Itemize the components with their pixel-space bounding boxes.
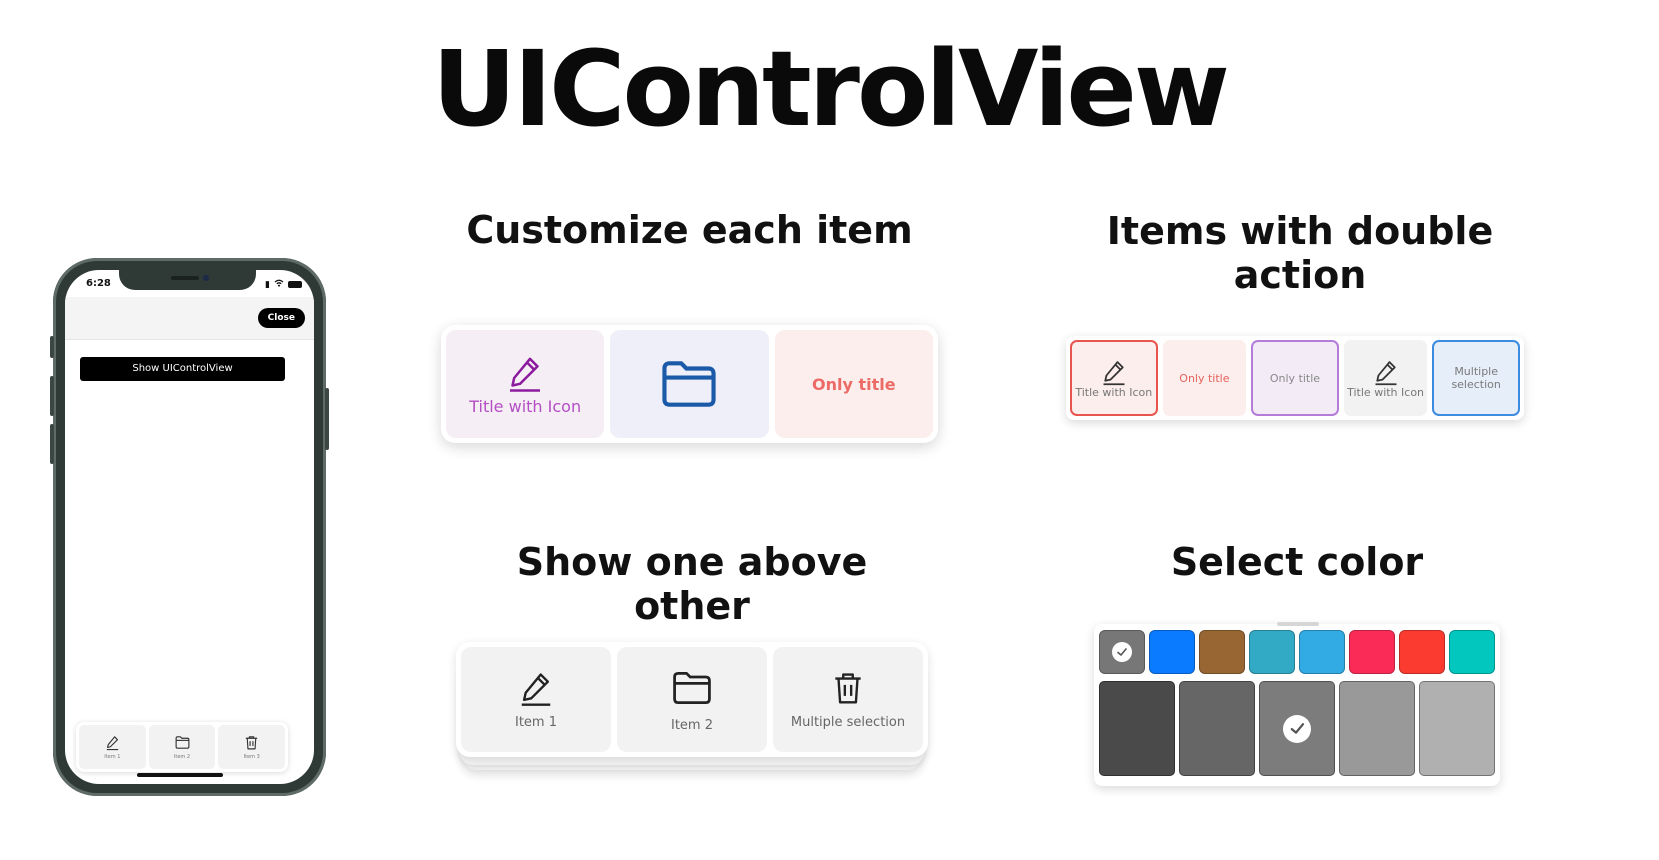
double-item-title-with-icon-2[interactable]: Title with Icon [1343,340,1428,416]
pencil-icon [1375,360,1397,385]
camera [203,275,209,281]
color-swatch[interactable] [1449,630,1495,674]
heading-select-color: Select color [1170,540,1424,584]
stack-item-label: Item 1 [515,715,557,730]
folder-icon [175,736,189,749]
shade-swatch[interactable] [1259,681,1335,776]
customize-item-folder[interactable] [610,330,769,438]
double-action-control-view: Title with Icon Only title Only title Ti… [1066,336,1524,420]
phone-control-view: Item 1 Item 2 Item 3 [76,722,288,772]
heading-stack: Show one above other [516,540,868,628]
speaker [171,276,199,280]
heading-customize: Customize each item [466,208,913,252]
page-title: UIControlView [432,28,1230,150]
double-item-only-title-selected[interactable]: Only title [1251,340,1339,416]
stack-item-label: Multiple selection [790,715,906,730]
double-item-label: Title with Icon [1347,385,1425,399]
phone-item-label: Item 2 [173,754,191,760]
battery-icon [288,281,302,288]
folder-icon [662,361,717,407]
customize-item-label: Title with Icon [469,396,582,416]
double-item-title-with-icon[interactable]: Title with Icon [1070,340,1158,416]
stack-item-label: Item 2 [671,718,713,733]
double-item-label: Title with Icon [1075,385,1153,399]
phone-item-2[interactable]: Item 2 [148,725,216,769]
customize-item-only-title[interactable]: Only title [774,330,933,438]
shade-swatch[interactable] [1419,681,1495,776]
customize-control-view: Title with Icon Only title [441,325,938,443]
pencil-icon [106,736,118,751]
phone-item-label: Item 3 [243,754,260,760]
color-swatch[interactable] [1399,630,1445,674]
shade-swatch[interactable] [1099,681,1175,776]
double-item-multiple-selection[interactable]: Multiple selection [1432,340,1520,416]
pencil-icon [1103,360,1125,385]
phone-volume-down [50,424,54,464]
phone-power-button [325,388,329,450]
phone-item-label: Item 1 [104,754,121,760]
color-swatch[interactable] [1349,630,1395,674]
trash-icon [246,736,258,750]
folder-icon [673,671,711,705]
color-swatch[interactable] [1149,630,1195,674]
phone-screen: 6:28 ▮ Close Show UIControlView Item 1 I… [65,270,314,784]
color-swatch[interactable] [1249,630,1295,674]
phone-item-3[interactable]: Item 3 [218,725,286,769]
color-picker [1094,622,1500,786]
checkmark-icon [1283,714,1311,743]
phone-mockup: 6:28 ▮ Close Show UIControlView Item 1 I… [50,258,329,796]
customize-item-label: Only title [812,374,896,394]
stack-item-2[interactable]: Item 2 [617,647,767,752]
stack-item-multiple-selection[interactable]: Multiple selection [773,647,923,752]
stack-item-1[interactable]: Item 1 [461,647,611,752]
checkmark-icon [1112,642,1132,662]
color-row [1099,630,1495,674]
color-swatch[interactable] [1099,630,1145,674]
sheet-grabber[interactable] [1277,622,1319,626]
close-button[interactable]: Close [257,308,305,328]
pencil-icon [521,673,551,706]
double-item-only-title[interactable]: Only title [1162,340,1247,416]
double-item-label: Only title [1269,371,1321,385]
double-item-label: Only title [1179,371,1230,385]
status-time: 6:28 [86,278,111,289]
shade-swatch[interactable] [1339,681,1415,776]
phone-volume-up [50,376,54,416]
phone-silent-switch [50,336,54,358]
wifi-icon [274,279,284,290]
shade-row [1099,681,1495,776]
notch [119,270,256,290]
navigation-bar: Close [65,297,314,340]
double-item-label: Multiple selection [1451,365,1501,391]
show-uicontrolview-button[interactable]: Show UIControlView [80,357,285,381]
pencil-icon [510,357,541,392]
signal-icon: ▮ [265,279,270,290]
stacked-control-view: Item 1 Item 2 Multiple selection [456,642,928,757]
status-icons: ▮ [265,279,302,290]
trash-icon [835,673,861,704]
home-indicator [137,773,223,777]
phone-item-1[interactable]: Item 1 [79,725,146,769]
color-swatch[interactable] [1299,630,1345,674]
shade-swatch[interactable] [1179,681,1255,776]
heading-double-action: Items with double action [1106,209,1494,297]
customize-item-title-with-icon[interactable]: Title with Icon [446,330,605,438]
color-swatch[interactable] [1199,630,1245,674]
